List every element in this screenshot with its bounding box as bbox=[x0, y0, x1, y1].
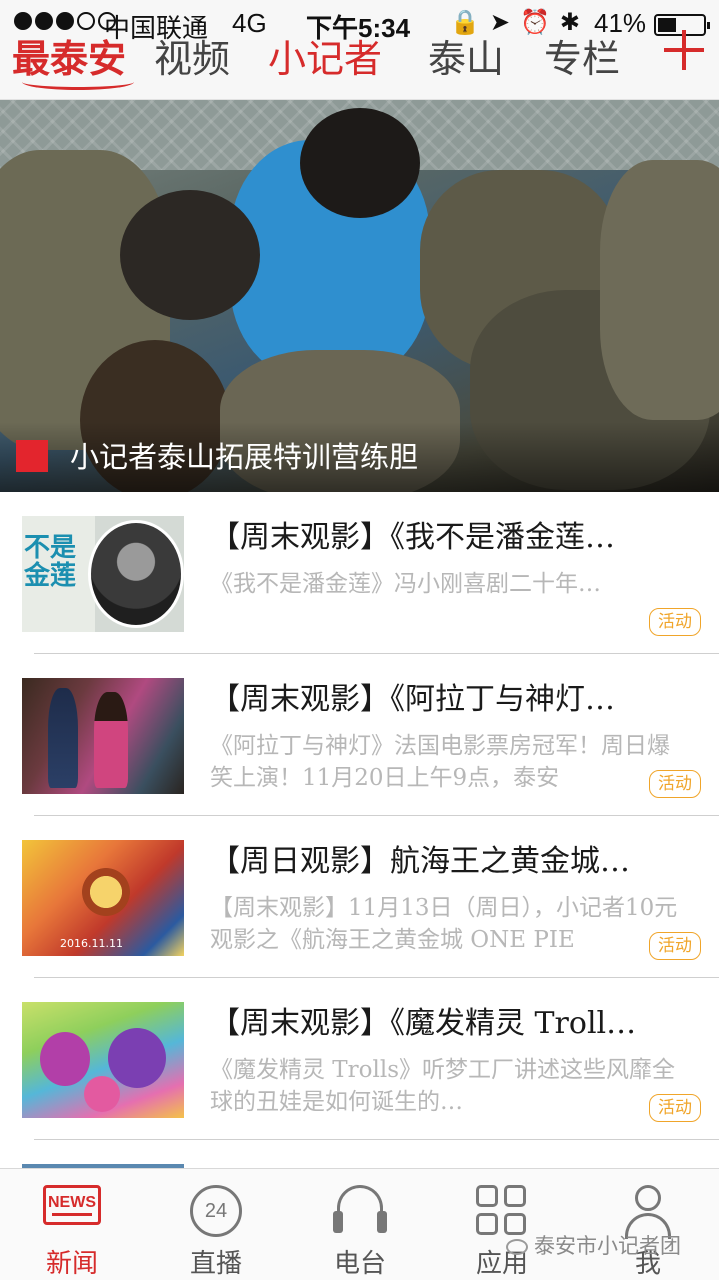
tab-label: 直播 bbox=[189, 1249, 242, 1279]
news-summary: 《阿拉丁与神灯》法国电影票房冠军！周日爆笑上演！11月20日上午9点，泰安 bbox=[210, 733, 670, 791]
hero-photo-figure bbox=[300, 108, 420, 218]
activity-badge: 活动 bbox=[649, 1094, 701, 1122]
tab-label: 电台 bbox=[333, 1249, 386, 1279]
news-summary: 《我不是潘金莲》冯小刚喜剧二十年… bbox=[210, 571, 601, 597]
news-title: 【周末观影】《魔发精灵 Troll… bbox=[210, 1006, 637, 1041]
thumbnail-figure bbox=[84, 1076, 120, 1112]
tab-apps[interactable]: 应用 bbox=[442, 1169, 562, 1280]
hero-caption: 小记者泰山拓展特训营练胆 bbox=[70, 440, 419, 474]
channel-nav: 最泰安 视频 小记者 泰山 专栏 bbox=[0, 28, 719, 92]
news-thumbnail bbox=[22, 678, 184, 794]
wechat-watermark: 泰安市小记者团 bbox=[506, 1230, 681, 1260]
add-channel-icon[interactable] bbox=[664, 30, 704, 70]
news-thumbnail: 不是 金莲 bbox=[22, 516, 184, 632]
tab-radio[interactable]: 电台 bbox=[300, 1169, 420, 1280]
news-title: 【周日观影】航海王之黄金城… bbox=[210, 844, 630, 879]
tab-news[interactable]: NEWS 新闻 bbox=[12, 1169, 132, 1280]
activity-badge: 活动 bbox=[649, 932, 701, 960]
hero-photo-figure bbox=[120, 190, 260, 320]
tab-me[interactable]: 我 bbox=[588, 1169, 708, 1280]
headphones-icon bbox=[333, 1185, 387, 1237]
thumbnail-figure bbox=[48, 688, 78, 788]
list-item[interactable]: 2016.11.11 【周日观影】航海王之黄金城… 【周末观影】11月13日（周… bbox=[0, 816, 719, 978]
thumbnail-figure bbox=[40, 1032, 90, 1086]
live-icon: 24 bbox=[190, 1185, 242, 1237]
thumbnail-figure bbox=[78, 864, 134, 920]
news-thumbnail: 2016.11.11 bbox=[22, 840, 184, 956]
hero-banner[interactable]: 小记者泰山拓展特训营练胆 bbox=[0, 100, 719, 492]
thumbnail-figure bbox=[108, 1028, 166, 1088]
thumbnail-portrait bbox=[88, 520, 184, 628]
logo-swoosh bbox=[22, 74, 134, 90]
news-summary: 《魔发精灵 Trolls》听梦工厂讲述这些风靡全球的丑娃是如何诞生的… bbox=[210, 1057, 676, 1115]
list-item[interactable] bbox=[0, 1140, 719, 1170]
activity-badge: 活动 bbox=[649, 770, 701, 798]
tab-live[interactable]: 24 直播 bbox=[156, 1169, 276, 1280]
hero-caption-marker bbox=[16, 440, 48, 472]
list-item[interactable]: 不是 金莲 【周末观影】《我不是潘金莲… 《我不是潘金莲》冯小刚喜剧二十年… 活… bbox=[0, 492, 719, 654]
hero-photo-figure bbox=[600, 160, 719, 420]
watermark-text: 泰安市小记者团 bbox=[534, 1234, 681, 1258]
thumbnail-date: 2016.11.11 bbox=[60, 937, 123, 950]
news-title: 【周末观影】《阿拉丁与神灯… bbox=[210, 682, 615, 717]
thumbnail-poster-text: 不是 金莲 bbox=[24, 533, 77, 591]
wechat-icon bbox=[506, 1239, 528, 1255]
news-list: 不是 金莲 【周末观影】《我不是潘金莲… 《我不是潘金莲》冯小刚喜剧二十年… 活… bbox=[0, 492, 719, 1170]
activity-badge: 活动 bbox=[649, 608, 701, 636]
tab-label: 新闻 bbox=[45, 1249, 98, 1279]
list-item[interactable]: 【周末观影】《魔发精灵 Troll… 《魔发精灵 Trolls》听梦工厂讲述这些… bbox=[0, 978, 719, 1140]
list-item[interactable]: 【周末观影】《阿拉丁与神灯… 《阿拉丁与神灯》法国电影票房冠军！周日爆笑上演！1… bbox=[0, 654, 719, 816]
tab-young-reporter[interactable]: 小记者 bbox=[268, 28, 382, 83]
thumbnail-figure bbox=[94, 692, 128, 788]
news-thumbnail bbox=[22, 1002, 184, 1118]
top-bar: 中国联通 4G 下午5:34 🔒➤⏰✱ 41% 最泰安 视频 小记者 泰山 专栏 bbox=[0, 0, 719, 100]
news-summary: 【周末观影】11月13日（周日），小记者10元观影之《航海王之黄金城 ONE P… bbox=[210, 895, 678, 953]
tab-column[interactable]: 专栏 bbox=[544, 28, 620, 83]
bottom-tab-bar: NEWS 新闻 24 直播 电台 应用 我 bbox=[0, 1168, 719, 1280]
tab-taishan[interactable]: 泰山 bbox=[428, 28, 504, 83]
news-icon: NEWS bbox=[43, 1185, 101, 1225]
news-title: 【周末观影】《我不是潘金莲… bbox=[210, 520, 615, 555]
tab-video[interactable]: 视频 bbox=[154, 28, 230, 83]
